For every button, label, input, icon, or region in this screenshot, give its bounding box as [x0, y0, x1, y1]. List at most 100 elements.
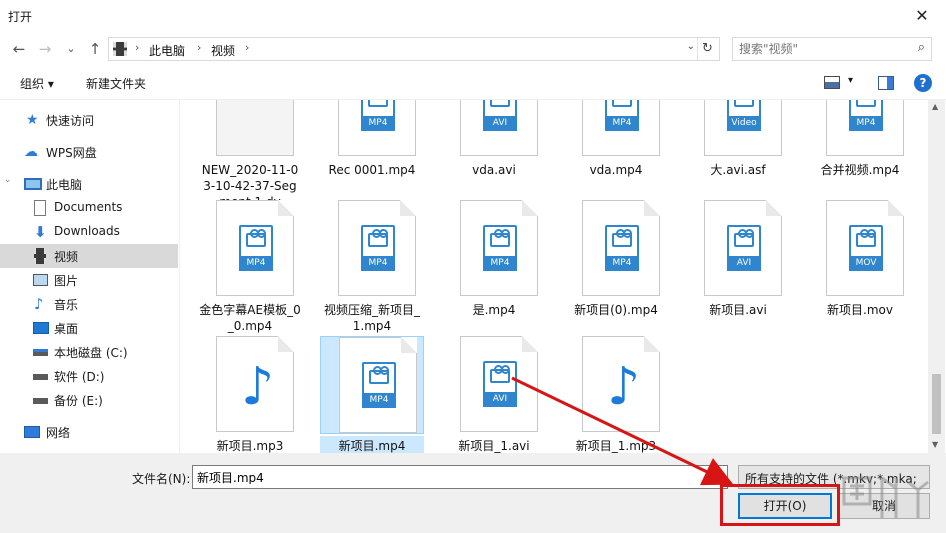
file-thumbnail[interactable]: ♪: [198, 336, 302, 434]
video-file-icon: MP4: [362, 362, 396, 408]
file-thumbnail[interactable]: MP4: [320, 200, 424, 298]
file-thumbnail[interactable]: MP4: [564, 200, 668, 298]
file-thumbnail[interactable]: MP4: [320, 100, 424, 158]
file-tile[interactable]: Video 大.avi.asf: [686, 100, 790, 192]
chevron-down-icon[interactable]: ⌄: [715, 470, 723, 481]
file-page-icon: MP4: [338, 100, 416, 156]
file-thumbnail[interactable]: MP4: [808, 100, 912, 158]
sidebar-item-documents[interactable]: Documents: [0, 196, 178, 220]
footer: 文件名(N): ⌄ 所有支持的文件 (*.mkv;*.mka; 打开(O) 取消: [0, 453, 946, 533]
sidebar-item-this-pc[interactable]: ⌄ 此电脑: [0, 172, 178, 196]
organize-button[interactable]: 组织 ▾: [20, 75, 54, 92]
sidebar-item-drive-c[interactable]: 本地磁盘 (C:): [0, 340, 178, 364]
file-thumbnail[interactable]: AVI: [686, 200, 790, 298]
file-type-tag: AVI: [727, 256, 761, 271]
file-tile[interactable]: ♪ 新项目.mp3: [198, 336, 302, 453]
file-thumbnail[interactable]: AVI: [442, 336, 546, 434]
filename-input[interactable]: [197, 470, 697, 484]
filename-field[interactable]: ⌄: [192, 465, 728, 489]
scroll-up-icon[interactable]: ▲: [932, 102, 938, 111]
file-tile[interactable]: AVI 新项目.avi: [686, 200, 790, 332]
preview-pane-icon[interactable]: [878, 76, 894, 90]
music-icon: ♪: [34, 295, 44, 313]
recent-locations-icon[interactable]: ⌄: [62, 39, 80, 59]
sidebar-item-network[interactable]: 网络: [0, 420, 178, 444]
file-thumbnail[interactable]: Video: [686, 100, 790, 158]
file-name: 新项目.avi: [709, 303, 767, 317]
title-bar: 打开 ✕: [0, 0, 946, 32]
open-button[interactable]: 打开(O): [738, 493, 832, 519]
file-thumbnail[interactable]: MP4: [564, 100, 668, 158]
file-tile[interactable]: MP4 新项目.mp4: [320, 336, 424, 453]
file-tile[interactable]: NEW_2020-11-03-10-42-37-Segment 1.dv: [198, 100, 302, 209]
file-page-icon: AVI: [460, 100, 538, 156]
back-arrow-icon[interactable]: ←: [10, 39, 28, 59]
sidebar-item-quick-access[interactable]: ★ 快速访问: [0, 108, 178, 132]
file-tile[interactable]: MP4 新项目(0).mp4: [564, 200, 668, 332]
file-tile[interactable]: AVI vda.avi: [442, 100, 546, 192]
search-box[interactable]: ⌕: [732, 37, 932, 61]
scroll-down-icon[interactable]: ▼: [932, 440, 938, 449]
file-tile[interactable]: MP4 视频压缩_新项目_1.mp4: [320, 200, 424, 333]
sidebar-item-desktop[interactable]: 桌面: [0, 316, 178, 340]
drive-icon: [33, 398, 48, 404]
search-icon[interactable]: ⌕: [918, 40, 925, 55]
forward-arrow-icon[interactable]: →: [36, 39, 54, 59]
file-thumbnail[interactable]: MP4: [198, 200, 302, 298]
file-tile[interactable]: MP4 金色字幕AE模板_0_0.mp4: [198, 200, 302, 333]
file-page-icon: [216, 100, 294, 156]
up-arrow-icon[interactable]: ↑: [86, 39, 104, 59]
chevron-down-icon[interactable]: ⌄: [687, 41, 695, 52]
file-tile[interactable]: MP4 vda.mp4: [564, 100, 668, 192]
sidebar-item-videos[interactable]: 视频: [0, 244, 178, 268]
file-type-tag: MP4: [362, 393, 396, 408]
help-icon[interactable]: ?: [914, 74, 932, 92]
breadcrumb-this-pc[interactable]: 此电脑: [149, 42, 185, 59]
file-page-icon: MP4: [460, 200, 538, 296]
file-tile[interactable]: AVI 新项目_1.avi: [442, 336, 546, 453]
sidebar-item-drive-e[interactable]: 备份 (E:): [0, 388, 178, 412]
new-folder-button[interactable]: 新建文件夹: [86, 75, 146, 92]
file-tile[interactable]: MP4 是.mp4: [442, 200, 546, 332]
view-dropdown-icon[interactable]: ▾: [848, 75, 853, 86]
breadcrumb-separator[interactable]: ›: [135, 41, 139, 54]
search-input[interactable]: [739, 42, 899, 56]
address-bar[interactable]: › 此电脑 › 视频 › ⌄ ↻: [108, 37, 720, 61]
file-tile[interactable]: ♪ 新项目_1.mp3: [564, 336, 668, 453]
breadcrumb-separator[interactable]: ›: [197, 41, 201, 54]
file-thumbnail[interactable]: [198, 100, 302, 158]
sidebar-item-label: WPS网盘: [46, 146, 97, 160]
sidebar-item-label: 网络: [46, 426, 71, 440]
close-icon[interactable]: ✕: [904, 2, 940, 30]
file-type-tag: MP4: [239, 256, 273, 271]
breadcrumb-separator[interactable]: ›: [245, 41, 249, 54]
change-view-icon[interactable]: [824, 76, 840, 89]
sidebar-item-music[interactable]: ♪ 音乐: [0, 292, 178, 316]
video-file-icon: MOV: [849, 225, 883, 271]
file-thumbnail[interactable]: ♪: [564, 336, 668, 434]
vertical-scrollbar[interactable]: ▲ ▼: [928, 100, 945, 453]
breadcrumb-videos[interactable]: 视频: [211, 42, 235, 59]
file-tile[interactable]: MP4 Rec 0001.mp4: [320, 100, 424, 192]
file-tile[interactable]: MOV 新项目.mov: [808, 200, 912, 332]
sidebar-item-drive-d[interactable]: 软件 (D:): [0, 364, 178, 388]
file-thumbnail[interactable]: MOV: [808, 200, 912, 298]
scrollbar-thumb[interactable]: [932, 374, 941, 434]
filetype-select[interactable]: 所有支持的文件 (*.mkv;*.mka;: [738, 465, 930, 489]
navigation-pane: ★ 快速访问 ☁ WPS网盘 ⌄ 此电脑 Documents ⬇ Downloa…: [0, 100, 180, 453]
sidebar-item-pictures[interactable]: 图片: [0, 268, 178, 292]
file-thumbnail[interactable]: MP4: [442, 200, 546, 298]
document-icon: [34, 200, 46, 216]
file-thumbnail[interactable]: AVI: [442, 100, 546, 158]
file-thumbnail[interactable]: MP4: [320, 336, 424, 434]
file-name: Rec 0001.mp4: [328, 163, 416, 177]
refresh-icon[interactable]: ↻: [697, 38, 717, 60]
collapse-chevron-icon[interactable]: ⌄: [4, 175, 12, 185]
camera-icon: [734, 100, 754, 107]
file-name: 新项目.mp3: [216, 439, 284, 453]
cancel-button[interactable]: 取消: [838, 493, 930, 519]
sidebar-item-downloads[interactable]: ⬇ Downloads: [0, 220, 178, 244]
sidebar-item-wps-cloud[interactable]: ☁ WPS网盘: [0, 140, 178, 164]
file-tile[interactable]: MP4 合并视频.mp4: [808, 100, 912, 192]
file-name: 视频压缩_新项目_1.mp4: [323, 303, 420, 333]
